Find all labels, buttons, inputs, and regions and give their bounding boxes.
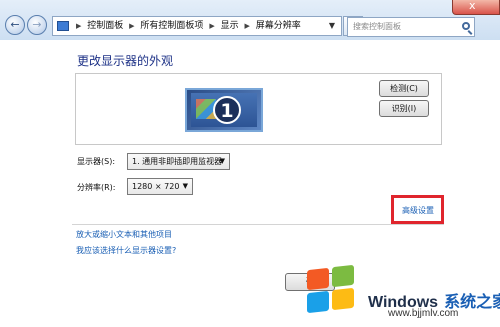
breadcrumb-item-control-panel[interactable]: 控制面板 xyxy=(87,21,123,31)
chevron-right-icon: ▶ xyxy=(244,22,250,30)
chevron-right-icon: ▶ xyxy=(76,22,82,30)
address-bar[interactable]: ▶ 控制面板 ▶ 所有控制面板项 ▶ 显示 ▶ 屏幕分辨率 ▼ xyxy=(52,16,342,36)
close-icon: x xyxy=(469,0,476,12)
search-icon[interactable] xyxy=(462,22,470,30)
text-size-link[interactable]: 放大或缩小文本和其他项目 xyxy=(76,229,172,240)
detect-button[interactable]: 检测(C) xyxy=(379,80,429,97)
monitor-thumbnail[interactable]: 1 xyxy=(185,88,263,132)
forward-arrow-icon: → xyxy=(32,18,42,31)
breadcrumb-item-resolution[interactable]: 屏幕分辨率 xyxy=(256,21,301,31)
divider xyxy=(72,224,444,225)
search-input[interactable]: 搜索控制面板 xyxy=(347,17,475,37)
windows-flag-logo-icon xyxy=(307,264,359,314)
back-button[interactable]: ← xyxy=(5,15,25,35)
close-button[interactable]: x xyxy=(452,0,500,15)
chevron-down-icon: ▼ xyxy=(182,182,188,190)
breadcrumb-item-all-items[interactable]: 所有控制面板项 xyxy=(140,21,203,31)
title-bar: x ← → ▶ 控制面板 ▶ 所有控制面板项 ▶ 显示 ▶ 屏幕分辨率 ▼ ↻ … xyxy=(0,0,500,40)
forward-button[interactable]: → xyxy=(27,15,47,35)
chevron-right-icon: ▶ xyxy=(129,22,135,30)
display-select[interactable]: 1. 通用非即插即用监视器 ▼ xyxy=(127,153,230,170)
search-placeholder: 搜索控制面板 xyxy=(353,22,401,31)
resolution-select-value: 1280 × 720 xyxy=(132,182,180,191)
page-title: 更改显示器的外观 xyxy=(77,54,174,68)
chevron-down-icon: ▼ xyxy=(219,157,225,165)
resolution-label: 分辨率(R): xyxy=(77,183,116,192)
display-settings-help-link[interactable]: 我应该选择什么显示器设置? xyxy=(76,245,176,256)
back-arrow-icon: ← xyxy=(10,18,20,31)
display-label: 显示器(S): xyxy=(77,157,116,166)
resolution-select[interactable]: 1280 × 720 ▼ xyxy=(127,178,193,195)
display-select-value: 1. 通用非即插即用监视器 xyxy=(132,157,223,166)
identify-button[interactable]: 识别(I) xyxy=(379,100,429,117)
watermark-url: www.bjjmlv.com xyxy=(388,308,459,319)
breadcrumb: ▶ 控制面板 ▶ 所有控制面板项 ▶ 显示 ▶ 屏幕分辨率 xyxy=(73,19,301,33)
control-panel-icon xyxy=(57,21,69,31)
monitor-number-badge: 1 xyxy=(213,96,241,124)
chevron-right-icon: ▶ xyxy=(209,22,215,30)
watermark: Windows系统之家 www.bjjmlv.com xyxy=(300,264,500,327)
breadcrumb-item-display[interactable]: 显示 xyxy=(221,21,239,31)
advanced-settings-link[interactable]: 高级设置 xyxy=(402,205,434,216)
address-dropdown-icon[interactable]: ▼ xyxy=(325,19,339,33)
